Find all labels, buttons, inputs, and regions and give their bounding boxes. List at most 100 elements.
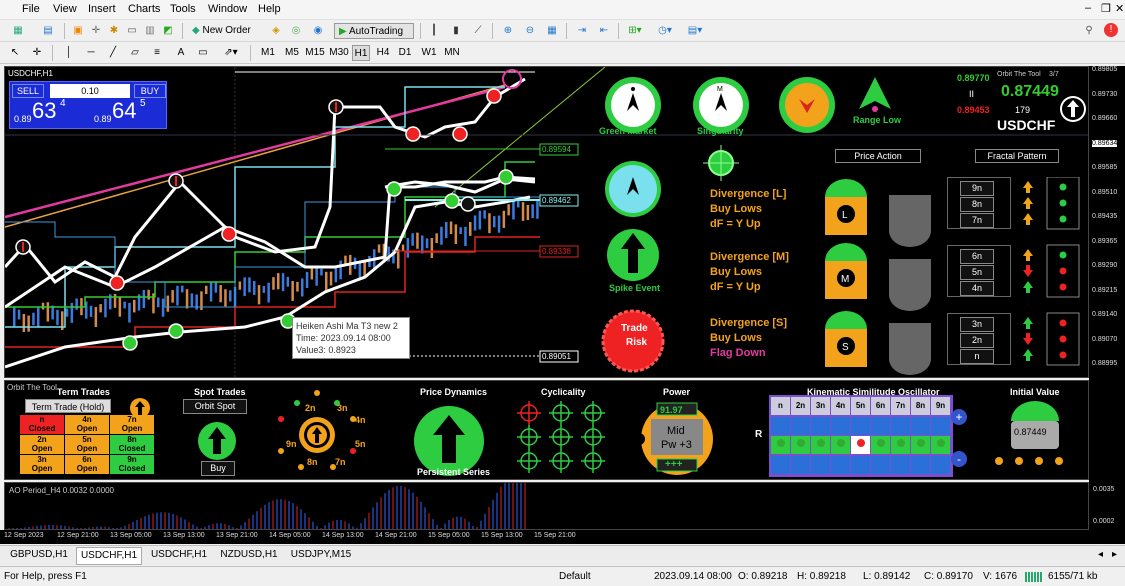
tab-scroll-right-icon[interactable]: ▸ [1112, 549, 1117, 560]
label-icon[interactable]: ▭ [196, 45, 210, 61]
tab-scroll-left-icon[interactable]: ◂ [1098, 549, 1103, 560]
fibonacci-icon[interactable]: ≡ [150, 45, 164, 61]
lot-size-input[interactable]: 0.10 [50, 84, 130, 98]
price-action-label: Price Action [835, 149, 921, 163]
vertical-line-icon[interactable]: │ [62, 45, 76, 61]
trendline-icon[interactable]: ╱ [106, 45, 120, 61]
sell-price-small: 0.89 [14, 114, 32, 124]
buy-price-big[interactable]: 64 [112, 98, 136, 124]
cursor-icon[interactable]: ↖ [8, 45, 22, 61]
new-order-button[interactable]: ◆ New Order [192, 23, 262, 39]
tab-usdchf-h1-active[interactable]: USDCHF,H1 [76, 547, 142, 565]
navigator-icon[interactable]: ✱ [106, 23, 122, 39]
ao-scale-bot: 0.0002 [1093, 518, 1115, 525]
candlestick-icon[interactable]: ▮ [448, 23, 464, 39]
svg-text:L: L [842, 210, 848, 221]
kinematic-plus-button[interactable]: + [951, 409, 967, 425]
autotrading-button[interactable]: ▶ AutoTrading [334, 23, 414, 39]
term-trade-cell: 6n Open [65, 455, 109, 474]
indicators-icon[interactable]: ⊞▾ [624, 23, 646, 39]
tf-m1[interactable]: M1 [258, 45, 278, 61]
ao-indicator-window[interactable]: AO Period_H4 0.0032 0.0000 [4, 482, 1089, 530]
tile-windows-icon[interactable]: ▦ [544, 23, 560, 39]
tab-gbpusd-h1[interactable]: GBPUSD,H1 [4, 549, 74, 560]
line-chart-icon[interactable]: ⟋ [470, 23, 486, 39]
search-icon[interactable]: ⚲ [1082, 23, 1096, 39]
market-watch-icon[interactable]: ▣ [70, 23, 86, 39]
data-window-icon[interactable]: ✛ [88, 23, 104, 39]
strategy-icon[interactable]: ◩ [160, 23, 176, 39]
metaeditor-icon[interactable]: ◈ [268, 23, 284, 39]
candle [99, 304, 102, 313]
close-icon[interactable]: ✕ [1115, 2, 1124, 15]
periods-icon[interactable]: ◷▾ [654, 23, 676, 39]
menu-window[interactable]: Window [208, 3, 247, 15]
crosshair-icon[interactable]: ✛ [30, 45, 44, 61]
kinematic-cell: 7n [891, 397, 910, 415]
time-scale[interactable]: 12 Sep 2023 12 Sep 21:00 13 Sep 05:00 13 Se… [0, 530, 1125, 544]
term-trade-hold-button[interactable]: Term Trade (Hold) [25, 399, 111, 413]
channel-icon[interactable]: ▱ [128, 45, 142, 61]
autoscroll-icon[interactable]: ⇥ [574, 23, 590, 39]
tf-w1[interactable]: W1 [420, 45, 438, 61]
sell-button[interactable]: SELL [12, 84, 44, 98]
kinematic-cell [831, 455, 850, 474]
menu-view[interactable]: View [53, 3, 77, 15]
menu-file[interactable]: File [22, 3, 40, 15]
restore-icon[interactable]: ❐ [1101, 2, 1111, 15]
new-chart-icon[interactable]: ▦ [8, 23, 28, 39]
price-tick: 0.89290 [1092, 262, 1118, 269]
menu-help[interactable]: Help [258, 3, 281, 15]
strategy-tester-icon[interactable]: ▥ [142, 23, 158, 39]
menu-tools[interactable]: Tools [170, 3, 196, 15]
candle [449, 221, 453, 235]
minimize-icon[interactable]: – [1085, 2, 1091, 14]
kinematic-cell: 4n [831, 397, 850, 415]
buy-spot-button[interactable]: Buy [201, 461, 235, 476]
sell-price-big[interactable]: 63 [32, 98, 56, 124]
tick-price-big: 0.87449 [1001, 83, 1059, 100]
tab-nzdusd-h1[interactable]: NZDUSD,H1 [216, 549, 282, 560]
text-icon[interactable]: A [174, 45, 188, 61]
price-tick: 0.89365 [1092, 237, 1118, 245]
price-scale[interactable]: 0.89805 0.89730 0.89660 0.89634 0.89585 0.895… [1089, 66, 1125, 530]
profiles-icon[interactable]: ▤ [38, 23, 58, 39]
candle [56, 309, 59, 325]
tf-m30[interactable]: M30 [328, 45, 350, 61]
term-trade-cell: 3n Open [20, 455, 64, 474]
tf-h1[interactable]: H1 [352, 45, 370, 61]
tf-h4[interactable]: H4 [374, 45, 392, 61]
svg-text:M: M [841, 274, 849, 285]
signals-icon[interactable]: ◉ [310, 23, 326, 39]
buy-button[interactable]: BUY [134, 84, 166, 98]
zoom-out-icon[interactable]: ⊖ [522, 23, 538, 39]
candle [445, 221, 448, 239]
horizontal-line-icon[interactable]: ─ [84, 45, 98, 61]
zoom-in-icon[interactable]: ⊕ [500, 23, 516, 39]
tf-m15[interactable]: M15 [304, 45, 326, 61]
candle [478, 210, 482, 230]
tf-mn[interactable]: MN [442, 45, 462, 61]
candle [133, 299, 136, 313]
tf-m5[interactable]: M5 [282, 45, 302, 61]
candle [181, 285, 184, 293]
chart-shift-icon[interactable]: ⇤ [596, 23, 612, 39]
menu-charts[interactable]: Charts [128, 3, 160, 15]
candle [344, 255, 347, 264]
status-bar: For Help, press F1 Default 2023.09.14 08… [0, 566, 1125, 586]
candle [253, 280, 256, 295]
arrows-icon[interactable]: ⇗▾ [220, 45, 242, 61]
tab-usdjpy-m15[interactable]: USDJPY,M15 [286, 549, 356, 560]
tab-usdchf-h1[interactable]: USDCHF,H1 [146, 549, 212, 560]
kinematic-minus-button[interactable]: - [951, 451, 967, 467]
options-icon[interactable]: ◎ [288, 23, 304, 39]
menu-insert[interactable]: Insert [88, 3, 116, 15]
candle [502, 210, 506, 228]
main-chart[interactable]: 0.89594 0.89462 0.89338 0.89051 USDCHF,H… [4, 66, 1089, 378]
alert-badge-icon[interactable]: ! [1104, 23, 1118, 37]
templates-icon[interactable]: ▤▾ [684, 23, 706, 39]
bar-chart-icon[interactable]: ┃ [426, 23, 442, 39]
tf-d1[interactable]: D1 [396, 45, 414, 61]
kinematic-cell: 2n [791, 397, 810, 415]
terminal-icon[interactable]: ▭ [124, 23, 140, 39]
